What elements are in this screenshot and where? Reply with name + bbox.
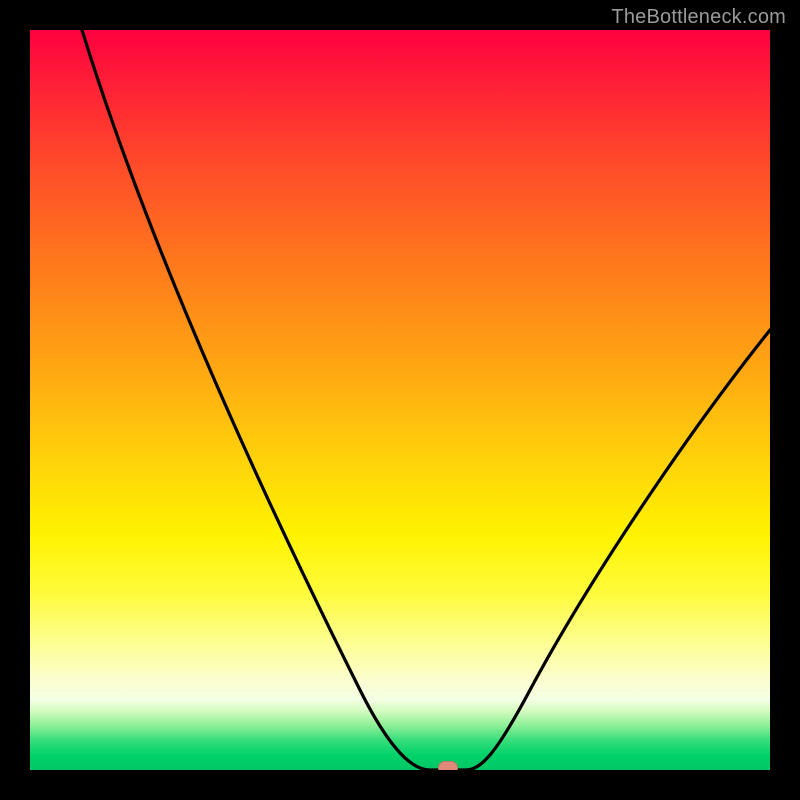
- chart-stage: TheBottleneck.com: [0, 0, 800, 800]
- curve-path: [82, 30, 770, 770]
- watermark-text: TheBottleneck.com: [611, 6, 786, 29]
- bottleneck-curve: [30, 30, 770, 770]
- optimal-point-marker: [438, 761, 458, 770]
- plot-area: [30, 30, 770, 770]
